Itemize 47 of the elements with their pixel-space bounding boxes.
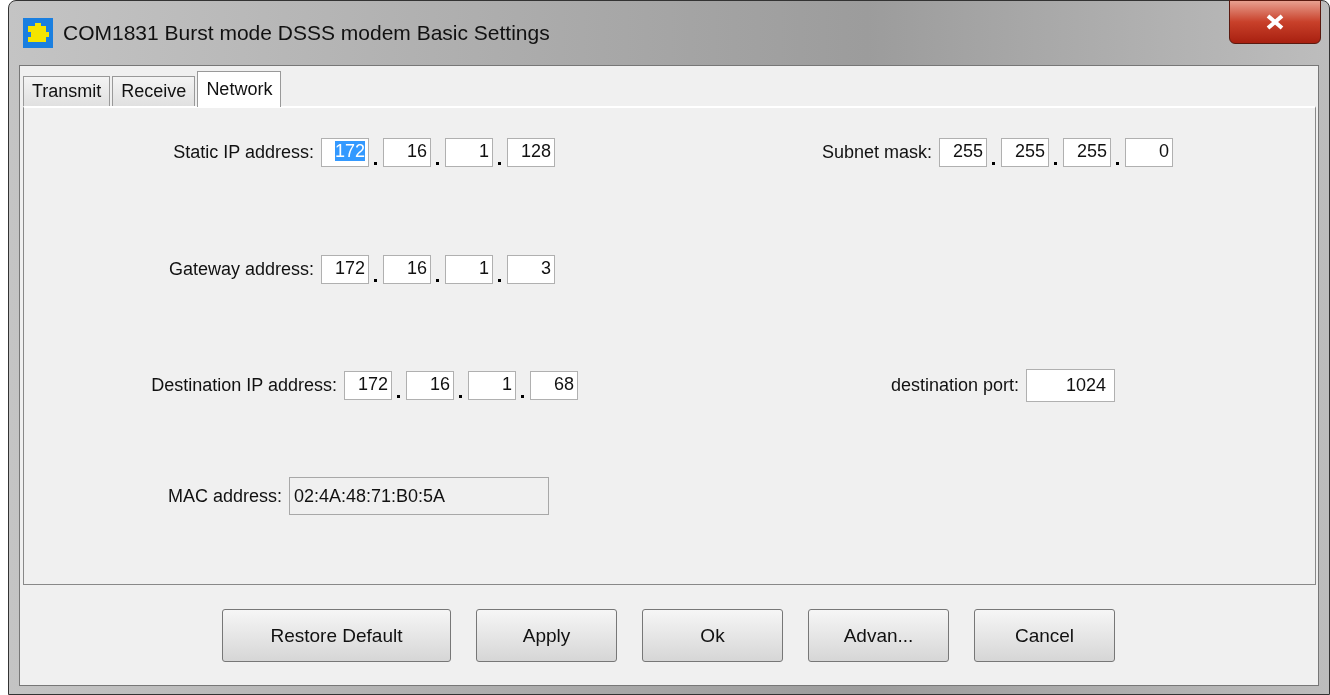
dot-separator: [1116, 161, 1119, 165]
dialog-button[interactable]: Apply: [476, 609, 617, 662]
dot-separator: [1054, 161, 1057, 165]
dot-separator: [992, 161, 995, 165]
port-field[interactable]: 1024: [1026, 368, 1115, 402]
octet-field[interactable]: 3: [507, 254, 555, 284]
octet-field[interactable]: 1: [445, 137, 493, 167]
mac-field: 02:4A:48:71:B0:5A: [289, 477, 549, 515]
field-label: destination port:: [889, 374, 1019, 396]
octet-field[interactable]: 255: [1063, 137, 1111, 167]
dot-separator: [436, 278, 439, 282]
dot-separator: [436, 161, 439, 165]
octet-field[interactable]: 0: [1125, 137, 1173, 167]
octet-field[interactable]: 172: [321, 254, 369, 284]
dot-separator: [374, 278, 377, 282]
dot-separator: [459, 394, 462, 398]
field-label: Gateway address:: [167, 258, 314, 280]
octet-field[interactable]: 16: [383, 137, 431, 167]
dot-separator: [498, 278, 501, 282]
octet-field[interactable]: 1: [445, 254, 493, 284]
dot-separator: [498, 161, 501, 165]
field-label: Static IP address:: [172, 141, 314, 163]
dialog-button[interactable]: Cancel: [974, 609, 1115, 662]
octet-field[interactable]: 128: [507, 137, 555, 167]
dot-separator: [374, 161, 377, 165]
window-title: COM1831 Burst mode DSSS modem Basic Settings: [63, 21, 550, 45]
dialog-button[interactable]: Restore Default: [222, 609, 451, 662]
puzzle-icon: [23, 18, 53, 48]
octet-field[interactable]: 255: [939, 137, 987, 167]
field-label: MAC address:: [166, 485, 282, 507]
dialog-button[interactable]: Ok: [642, 609, 783, 662]
octet-field[interactable]: 68: [530, 370, 578, 400]
dot-separator: [521, 394, 524, 398]
close-button[interactable]: [1229, 0, 1321, 44]
tab[interactable]: Transmit: [23, 76, 111, 106]
octet-field[interactable]: 172: [344, 370, 392, 400]
field-label: Destination IP address:: [150, 374, 337, 396]
tab[interactable]: Network: [197, 71, 282, 107]
dot-separator: [397, 394, 400, 398]
close-icon: [1265, 14, 1285, 30]
octet-field[interactable]: 16: [383, 254, 431, 284]
dialog-button[interactable]: Advan...: [808, 609, 949, 662]
octet-field[interactable]: 255: [1001, 137, 1049, 167]
field-label: Subnet mask:: [820, 141, 932, 163]
octet-field[interactable]: 16: [406, 370, 454, 400]
octet-field[interactable]: 1: [468, 370, 516, 400]
tab[interactable]: Receive: [112, 76, 196, 106]
